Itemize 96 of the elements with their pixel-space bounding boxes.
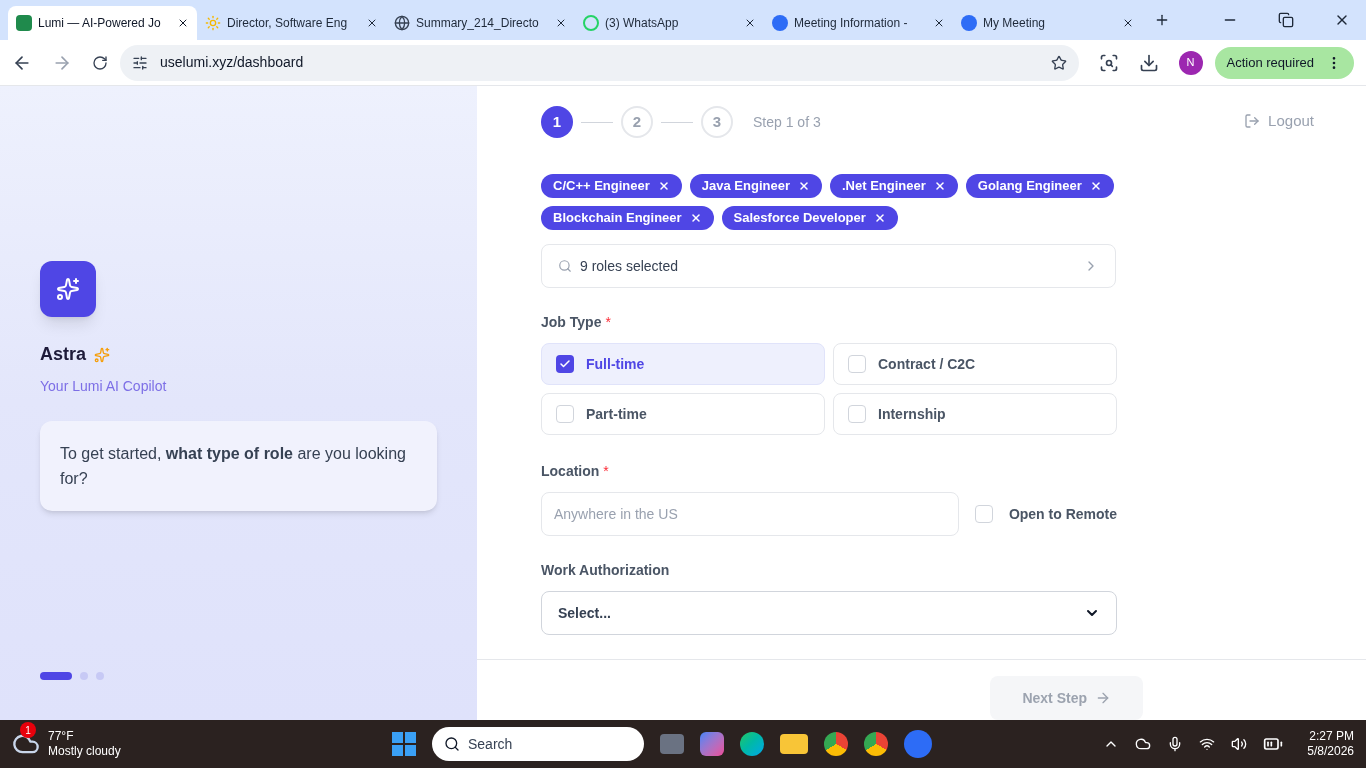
tab-title: Director, Software Eng (227, 15, 349, 32)
assistant-name: Astra (40, 343, 87, 366)
work-authorization-select[interactable]: Select... (541, 591, 1117, 635)
checkbox[interactable] (974, 505, 993, 523)
step-indicator: 3 (701, 106, 733, 138)
remove-icon (797, 180, 810, 192)
option-label: Part-time (586, 404, 647, 424)
remove-icon (657, 180, 670, 192)
step-indicator: 2 (621, 106, 653, 138)
role-chip[interactable]: C/C++ Engineer (541, 174, 682, 198)
profile-avatar[interactable]: N (1178, 50, 1203, 75)
job-type-option[interactable]: Full-time (541, 343, 825, 385)
field-label: Location (541, 462, 600, 481)
search-label: Search (468, 734, 513, 754)
close-icon[interactable] (1122, 17, 1134, 29)
restore-icon[interactable] (1278, 12, 1294, 28)
temperature: 77°F (48, 729, 75, 744)
browser-tab[interactable]: Lumi — AI-Powered Jo (8, 6, 197, 40)
windows-start-icon[interactable] (392, 732, 416, 756)
required-mark: * (605, 313, 611, 332)
wifi-icon[interactable] (1199, 736, 1216, 752)
option-label: Contract / C2C (878, 354, 976, 374)
checkbox[interactable] (848, 355, 866, 373)
select-value: Select... (558, 603, 612, 623)
tab-title: My Meeting (983, 15, 1047, 32)
tab-title: Meeting Information - (794, 15, 909, 32)
role-chip[interactable]: Golang Engineer (965, 174, 1114, 198)
remote-label: Open to Remote (1008, 504, 1117, 524)
search-icon (444, 736, 460, 752)
role-chip[interactable]: Blockchain Engineer (541, 206, 714, 230)
search-icon (558, 259, 572, 273)
sparkle-icon (94, 346, 111, 363)
close-icon[interactable] (933, 17, 945, 29)
close-icon[interactable] (366, 17, 378, 29)
job-type-option[interactable]: Internship (833, 393, 1117, 435)
volume-icon[interactable] (1231, 736, 1248, 752)
globe-icon (394, 15, 410, 31)
arrow-icon (1095, 690, 1111, 706)
assistant-message: To get started, what type of role are you looking for? (60, 445, 406, 487)
close-icon[interactable] (177, 17, 189, 29)
option-label: Internship (878, 404, 946, 424)
roles-field[interactable]: 9 roles selected (541, 244, 1116, 288)
weather-condition: Mostly cloudy (48, 744, 121, 759)
remove-icon (689, 212, 702, 224)
new-tab-icon[interactable] (1154, 12, 1170, 28)
location-field[interactable]: Anywhere in the US (541, 492, 959, 536)
option-label: Full-time (586, 354, 645, 374)
role-chip[interactable]: .Net Engineer (829, 174, 958, 198)
download-icon[interactable] (1138, 52, 1159, 73)
address-bar[interactable]: uselumi.xyz/dashboard (120, 44, 1079, 81)
cloud-icon[interactable] (1135, 736, 1152, 752)
role-chip[interactable]: Java Engineer (689, 174, 822, 198)
assistant-subtitle: Your Lumi AI Copilot (40, 377, 168, 396)
sparkle-icon (56, 277, 80, 301)
step-caption: Step 1 of 3 (753, 112, 821, 132)
browser-tab[interactable]: Summary_214_Directo (386, 6, 575, 40)
clock-date: 5/8/2026 (1307, 744, 1354, 759)
close-icon[interactable] (555, 17, 567, 29)
app-icon[interactable] (700, 732, 724, 756)
reload-icon[interactable] (92, 54, 108, 71)
browser-icon[interactable] (740, 732, 764, 756)
site-settings-icon[interactable] (132, 54, 148, 71)
remove-icon (1089, 180, 1102, 192)
remove-icon (873, 212, 886, 224)
url-text: uselumi.xyz/dashboard (160, 53, 305, 72)
required-mark: * (603, 462, 609, 481)
browser-tab[interactable]: My Meeting (953, 6, 1142, 40)
job-type-option[interactable]: Part-time (541, 393, 825, 435)
job-type-option[interactable]: Contract / C2C (833, 343, 1117, 385)
close-icon[interactable] (744, 17, 756, 29)
notification-badge: 1 (20, 722, 36, 738)
logo-icon (16, 15, 32, 31)
browser-tab[interactable]: (3) WhatsApp (575, 6, 764, 40)
bookmark-icon[interactable] (1050, 54, 1067, 71)
check-icon (559, 358, 571, 370)
role-chip[interactable]: Salesforce Developer (721, 206, 898, 230)
checkbox[interactable] (556, 405, 574, 423)
taskbar-search[interactable]: Search (432, 727, 644, 761)
step-indicator: 1 (541, 106, 573, 138)
tab-title: (3) WhatsApp (605, 15, 680, 32)
remove-icon (933, 180, 946, 192)
checkbox[interactable] (848, 405, 866, 423)
clock-time: 2:27 PM (1309, 729, 1354, 744)
logout-icon (1244, 113, 1261, 130)
tab-title: Summary_214_Directo (416, 15, 540, 32)
sun-icon (205, 15, 221, 31)
field-label: Job Type (541, 313, 602, 332)
roles-value: 9 roles selected (580, 256, 680, 276)
checkbox[interactable] (556, 355, 574, 373)
browser-tab[interactable]: Director, Software Eng (197, 6, 386, 40)
lens-icon[interactable] (1098, 52, 1119, 73)
tab-title: Lumi — AI-Powered Jo (38, 15, 162, 32)
field-label: Work Authorization (541, 561, 670, 580)
action-required-button[interactable]: Action required (1214, 46, 1354, 79)
browser-tab[interactable]: Meeting Information - (764, 6, 953, 40)
folder-icon[interactable] (780, 734, 808, 754)
